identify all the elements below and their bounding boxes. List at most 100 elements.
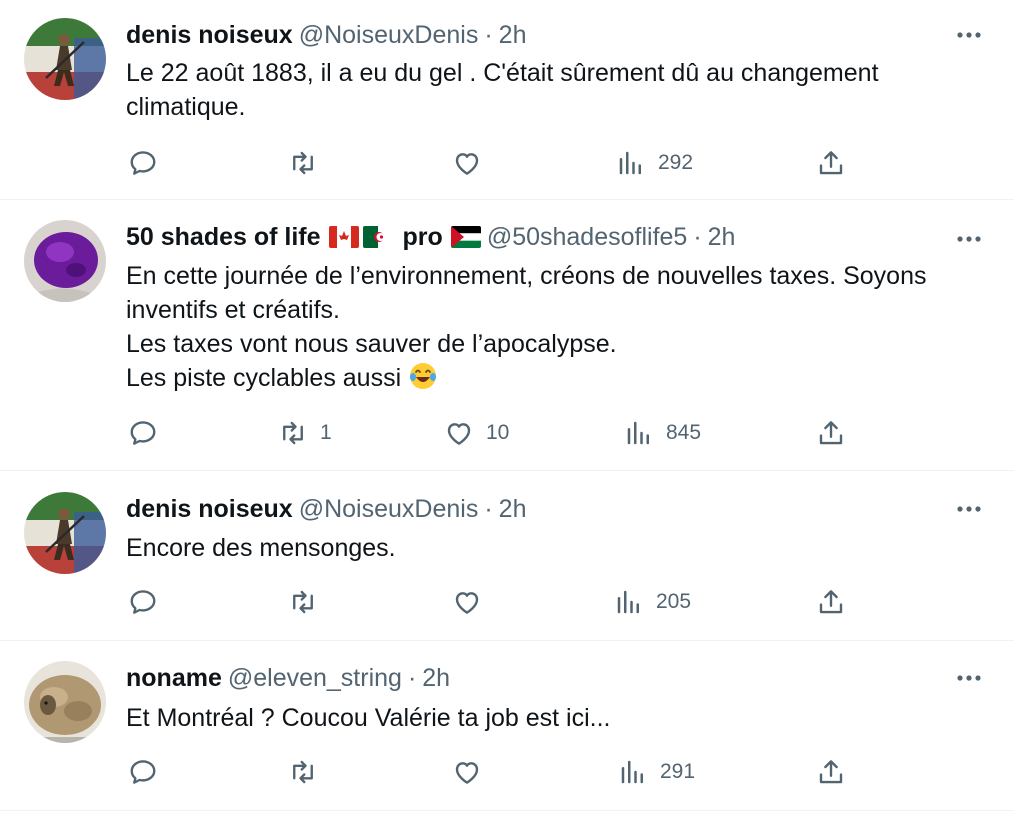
avatar[interactable] xyxy=(24,492,106,574)
action-bar: 292 xyxy=(126,143,856,183)
views-button[interactable]: 845 xyxy=(624,413,701,453)
tweet-header: noname @eleven_string · 2h xyxy=(126,661,450,695)
tweet-text-line: climatique. xyxy=(126,93,246,121)
timestamp[interactable]: 2h xyxy=(708,223,736,252)
views-button[interactable]: 205 xyxy=(614,582,691,622)
author-name[interactable]: denis noiseux xyxy=(126,495,293,524)
canada-flag-icon xyxy=(328,226,359,248)
tweet-text-line: Les taxes vont nous sauver de l’apocalyp… xyxy=(126,330,617,358)
author-name[interactable]: denis noiseux xyxy=(126,21,293,50)
retweet-button[interactable]: 1 xyxy=(278,413,332,453)
separator-dot: · xyxy=(693,222,702,251)
like-button[interactable]: 10 xyxy=(444,413,509,453)
tweet-text: Le 22 août 1883, il a eu du gel . C'étai… xyxy=(126,56,984,124)
reply-icon xyxy=(128,418,158,448)
more-icon[interactable] xyxy=(952,661,986,695)
share-button[interactable] xyxy=(816,413,846,453)
like-button[interactable] xyxy=(452,582,494,622)
retweet-icon xyxy=(278,418,308,448)
timestamp[interactable]: 2h xyxy=(499,21,527,50)
views-button[interactable]: 292 xyxy=(616,143,693,183)
retweet-icon xyxy=(288,148,318,178)
author-handle[interactable]: @50shadesoflife5 xyxy=(487,223,688,252)
tweet[interactable]: denis noiseux @NoiseuxDenis · 2h Le 22 a… xyxy=(0,0,1014,200)
avatar[interactable] xyxy=(24,661,106,743)
heart-icon xyxy=(452,587,482,617)
separator-dot: · xyxy=(484,20,493,49)
tweet-text: Encore des mensonges. xyxy=(126,531,984,565)
tweet-text-line: Les piste cyclables aussi xyxy=(126,361,984,395)
retweet-button[interactable] xyxy=(288,582,330,622)
avatar[interactable] xyxy=(24,18,106,100)
heart-icon xyxy=(452,148,482,178)
laughing-emoji-icon xyxy=(408,361,438,391)
tweet-header: 50 shades of life pro @50shadesoflife5 ·… xyxy=(126,220,735,254)
tweet-text-line: Et Montréal ? Coucou Valérie ta job est … xyxy=(126,704,611,732)
tweet-text-fragment: Les piste cyclables aussi xyxy=(126,364,402,392)
share-button[interactable] xyxy=(816,752,846,792)
reply-button[interactable] xyxy=(128,582,170,622)
author-handle[interactable]: @NoiseuxDenis xyxy=(299,495,479,524)
views-icon xyxy=(616,148,646,178)
tweet-text-line: Le 22 août 1883, il a eu du gel . C'étai… xyxy=(126,59,879,87)
tweet[interactable]: 50 shades of life pro @50shadesoflife5 ·… xyxy=(0,200,1014,471)
share-icon xyxy=(816,757,846,787)
retweet-icon xyxy=(288,757,318,787)
tweet-text: Et Montréal ? Coucou Valérie ta job est … xyxy=(126,701,984,735)
views-icon xyxy=(614,587,644,617)
retweet-button[interactable] xyxy=(288,143,330,183)
algeria-flag-icon xyxy=(362,226,393,248)
reply-button[interactable] xyxy=(128,752,170,792)
avatar[interactable] xyxy=(24,220,106,302)
retweet-count: 1 xyxy=(320,421,332,444)
timestamp[interactable]: 2h xyxy=(422,664,450,693)
timestamp[interactable]: 2h xyxy=(499,495,527,524)
tweet-header: denis noiseux @NoiseuxDenis · 2h xyxy=(126,492,526,526)
tweet-text: En cette journée de l’environnement, cré… xyxy=(126,259,984,395)
like-button[interactable] xyxy=(452,752,494,792)
more-icon[interactable] xyxy=(952,18,986,52)
retweet-icon xyxy=(288,587,318,617)
tweet-text-line: Encore des mensonges. xyxy=(126,534,396,562)
action-bar: 291 xyxy=(126,752,856,792)
action-bar: 1 10 845 xyxy=(126,413,856,453)
like-button[interactable] xyxy=(452,143,494,183)
action-bar: 205 xyxy=(126,582,856,622)
author-handle[interactable]: @NoiseuxDenis xyxy=(299,21,479,50)
separator-dot: · xyxy=(484,494,493,523)
author-name[interactable]: 50 shades of life xyxy=(126,223,321,252)
author-handle[interactable]: @eleven_string xyxy=(228,664,402,693)
tweet-text-line: inventifs et créatifs. xyxy=(126,296,340,324)
reply-button[interactable] xyxy=(128,413,170,453)
tweet[interactable]: denis noiseux @NoiseuxDenis · 2h Encore … xyxy=(0,471,1014,641)
palestine-flag-icon xyxy=(450,226,481,248)
reply-button[interactable] xyxy=(128,143,170,183)
reply-icon xyxy=(128,148,158,178)
heart-icon xyxy=(452,757,482,787)
reply-icon xyxy=(128,587,158,617)
heart-icon xyxy=(444,418,474,448)
author-name[interactable]: noname xyxy=(126,664,222,693)
more-icon[interactable] xyxy=(952,492,986,526)
tweet-text-line: En cette journée de l’environnement, cré… xyxy=(126,262,927,290)
more-icon[interactable] xyxy=(952,222,986,256)
like-count: 10 xyxy=(486,421,510,444)
share-icon xyxy=(816,418,846,448)
views-count: 291 xyxy=(660,760,696,783)
views-count: 845 xyxy=(666,421,702,444)
views-icon xyxy=(624,418,654,448)
separator-dot: · xyxy=(407,663,417,692)
retweet-button[interactable] xyxy=(288,752,330,792)
tweet[interactable]: noname @eleven_string · 2h Et Montréal ?… xyxy=(0,641,1014,811)
views-count: 292 xyxy=(658,151,694,174)
share-button[interactable] xyxy=(816,143,846,183)
author-name-suffix[interactable]: pro xyxy=(403,223,443,252)
views-count: 205 xyxy=(656,590,692,613)
reply-icon xyxy=(128,757,158,787)
views-button[interactable]: 291 xyxy=(618,752,695,792)
share-icon xyxy=(816,148,846,178)
share-button[interactable] xyxy=(816,582,846,622)
share-icon xyxy=(816,587,846,617)
views-icon xyxy=(618,757,648,787)
tweet-header: denis noiseux @NoiseuxDenis · 2h xyxy=(126,18,526,52)
